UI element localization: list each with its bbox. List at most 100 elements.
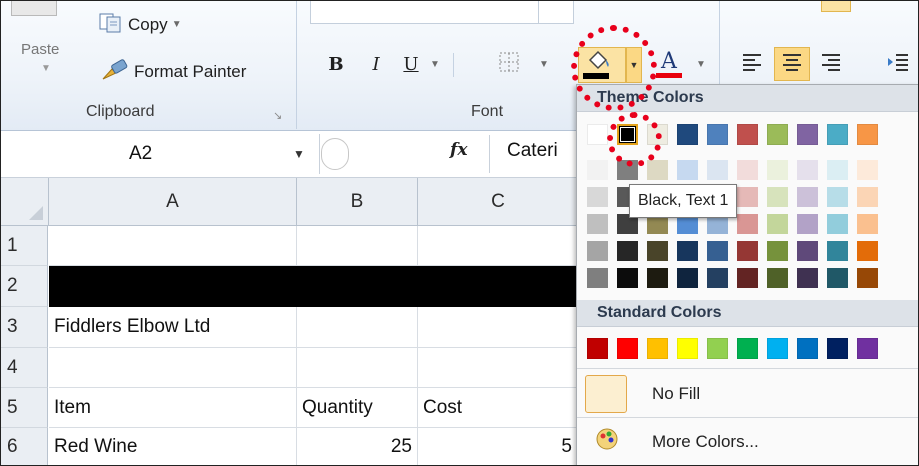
standard-color-swatch[interactable] [767, 338, 788, 359]
standard-color-swatch[interactable] [797, 338, 818, 359]
theme-shade-swatch[interactable] [737, 241, 758, 261]
font-color-button[interactable]: A [654, 47, 684, 81]
cell-a1[interactable] [49, 226, 297, 266]
theme-shade-swatch[interactable] [857, 187, 878, 207]
wrap-text-button[interactable] [821, 1, 851, 12]
theme-color-swatch[interactable] [857, 124, 878, 145]
name-box[interactable]: A2 ▼ [1, 134, 320, 174]
insert-function-icon[interactable]: fx [450, 140, 467, 160]
theme-shade-swatch[interactable] [587, 268, 608, 288]
cell-b1[interactable] [297, 226, 418, 266]
cell-b3[interactable] [297, 307, 418, 348]
cell-b5[interactable]: Quantity [297, 388, 418, 428]
cell-a4[interactable] [49, 348, 297, 388]
theme-color-swatch[interactable] [767, 124, 788, 145]
cell-b6[interactable]: 25 [297, 428, 418, 465]
borders-button[interactable] [495, 47, 523, 81]
theme-shade-swatch[interactable] [797, 187, 818, 207]
theme-shade-swatch[interactable] [797, 241, 818, 261]
theme-shade-swatch[interactable] [857, 268, 878, 288]
theme-color-swatch[interactable] [737, 124, 758, 145]
cell-c1[interactable] [418, 226, 578, 266]
theme-shade-swatch[interactable] [737, 268, 758, 288]
theme-shade-swatch[interactable] [827, 160, 848, 180]
underline-dropdown-icon[interactable]: ▼ [424, 47, 442, 81]
theme-shade-swatch[interactable] [827, 241, 848, 261]
theme-shade-swatch[interactable] [827, 187, 848, 207]
standard-color-swatch[interactable] [677, 338, 698, 359]
theme-shade-swatch[interactable] [827, 214, 848, 234]
cell-c5[interactable]: Cost [418, 388, 578, 428]
theme-shade-swatch[interactable] [707, 241, 728, 261]
theme-shade-swatch[interactable] [647, 268, 668, 288]
theme-shade-swatch[interactable] [767, 268, 788, 288]
theme-shade-swatch[interactable] [767, 187, 788, 207]
standard-color-swatch[interactable] [707, 338, 728, 359]
theme-shade-swatch[interactable] [587, 241, 608, 261]
cell-c3[interactable] [418, 307, 578, 348]
theme-shade-swatch[interactable] [707, 160, 728, 180]
theme-shade-swatch[interactable] [737, 160, 758, 180]
underline-button[interactable]: U [397, 47, 425, 81]
cell-b4[interactable] [297, 348, 418, 388]
theme-shade-swatch[interactable] [737, 187, 758, 207]
theme-shade-swatch[interactable] [737, 214, 758, 234]
column-header-b[interactable]: B [297, 178, 418, 226]
theme-shade-swatch[interactable] [707, 268, 728, 288]
row-header-1[interactable]: 1 [1, 226, 48, 266]
theme-shade-swatch[interactable] [587, 160, 608, 180]
theme-shade-swatch[interactable] [767, 241, 788, 261]
standard-color-swatch[interactable] [647, 338, 668, 359]
cell-a6[interactable]: Red Wine [49, 428, 297, 465]
font-color-dropdown-icon[interactable]: ▼ [691, 47, 707, 81]
font-name-box[interactable] [310, 1, 540, 24]
italic-button[interactable]: I [361, 47, 391, 81]
theme-shade-swatch[interactable] [617, 268, 638, 288]
theme-shade-swatch[interactable] [857, 160, 878, 180]
theme-shade-swatch[interactable] [827, 268, 848, 288]
formula-bar-expand-handle[interactable] [321, 138, 349, 170]
theme-shade-swatch[interactable] [617, 241, 638, 261]
font-size-box[interactable] [538, 1, 574, 24]
paste-dropdown-icon[interactable]: ▼ [41, 63, 51, 74]
column-header-c[interactable]: C [418, 178, 579, 226]
borders-dropdown-icon[interactable]: ▼ [533, 47, 551, 81]
cell-a3[interactable]: Fiddlers Elbow Ltd [49, 307, 297, 348]
cell-a5[interactable]: Item [49, 388, 297, 428]
theme-shade-swatch[interactable] [587, 214, 608, 234]
row-header-6[interactable]: 6 [1, 428, 48, 465]
more-colors-item[interactable]: More Colors... [577, 418, 918, 465]
theme-shade-swatch[interactable] [647, 241, 668, 261]
filled-row-2[interactable] [49, 266, 589, 307]
standard-color-swatch[interactable] [617, 338, 638, 359]
theme-shade-swatch[interactable] [677, 268, 698, 288]
align-right-button[interactable] [815, 47, 847, 81]
name-box-dropdown-icon[interactable]: ▼ [293, 147, 305, 161]
theme-shade-swatch[interactable] [677, 241, 698, 261]
formula-input[interactable]: Cateri [507, 140, 558, 162]
theme-shade-swatch[interactable] [767, 214, 788, 234]
row-header-2[interactable]: 2 [1, 266, 48, 307]
theme-shade-swatch[interactable] [857, 214, 878, 234]
no-fill-item[interactable]: No Fill [577, 370, 918, 417]
copy-dropdown-icon[interactable]: ▼ [172, 19, 182, 30]
standard-color-swatch[interactable] [827, 338, 848, 359]
paste-clipboard-icon[interactable] [11, 1, 57, 16]
theme-shade-swatch[interactable] [797, 268, 818, 288]
row-header-3[interactable]: 3 [1, 307, 48, 348]
standard-color-swatch[interactable] [737, 338, 758, 359]
cell-c6[interactable]: 5 [418, 428, 578, 465]
theme-shade-swatch[interactable] [677, 160, 698, 180]
row-header-4[interactable]: 4 [1, 348, 48, 388]
theme-shade-swatch[interactable] [857, 241, 878, 261]
theme-color-swatch[interactable] [587, 124, 608, 145]
theme-shade-swatch[interactable] [647, 160, 668, 180]
clipboard-launcher-icon[interactable]: ↘ [273, 109, 282, 122]
theme-shade-swatch[interactable] [797, 214, 818, 234]
column-header-a[interactable]: A [49, 178, 297, 226]
theme-shade-swatch[interactable] [767, 160, 788, 180]
paste-button[interactable]: Paste [21, 41, 59, 58]
theme-color-swatch[interactable] [677, 124, 698, 145]
bold-button[interactable]: B [321, 47, 351, 81]
theme-color-swatch[interactable] [797, 124, 818, 145]
